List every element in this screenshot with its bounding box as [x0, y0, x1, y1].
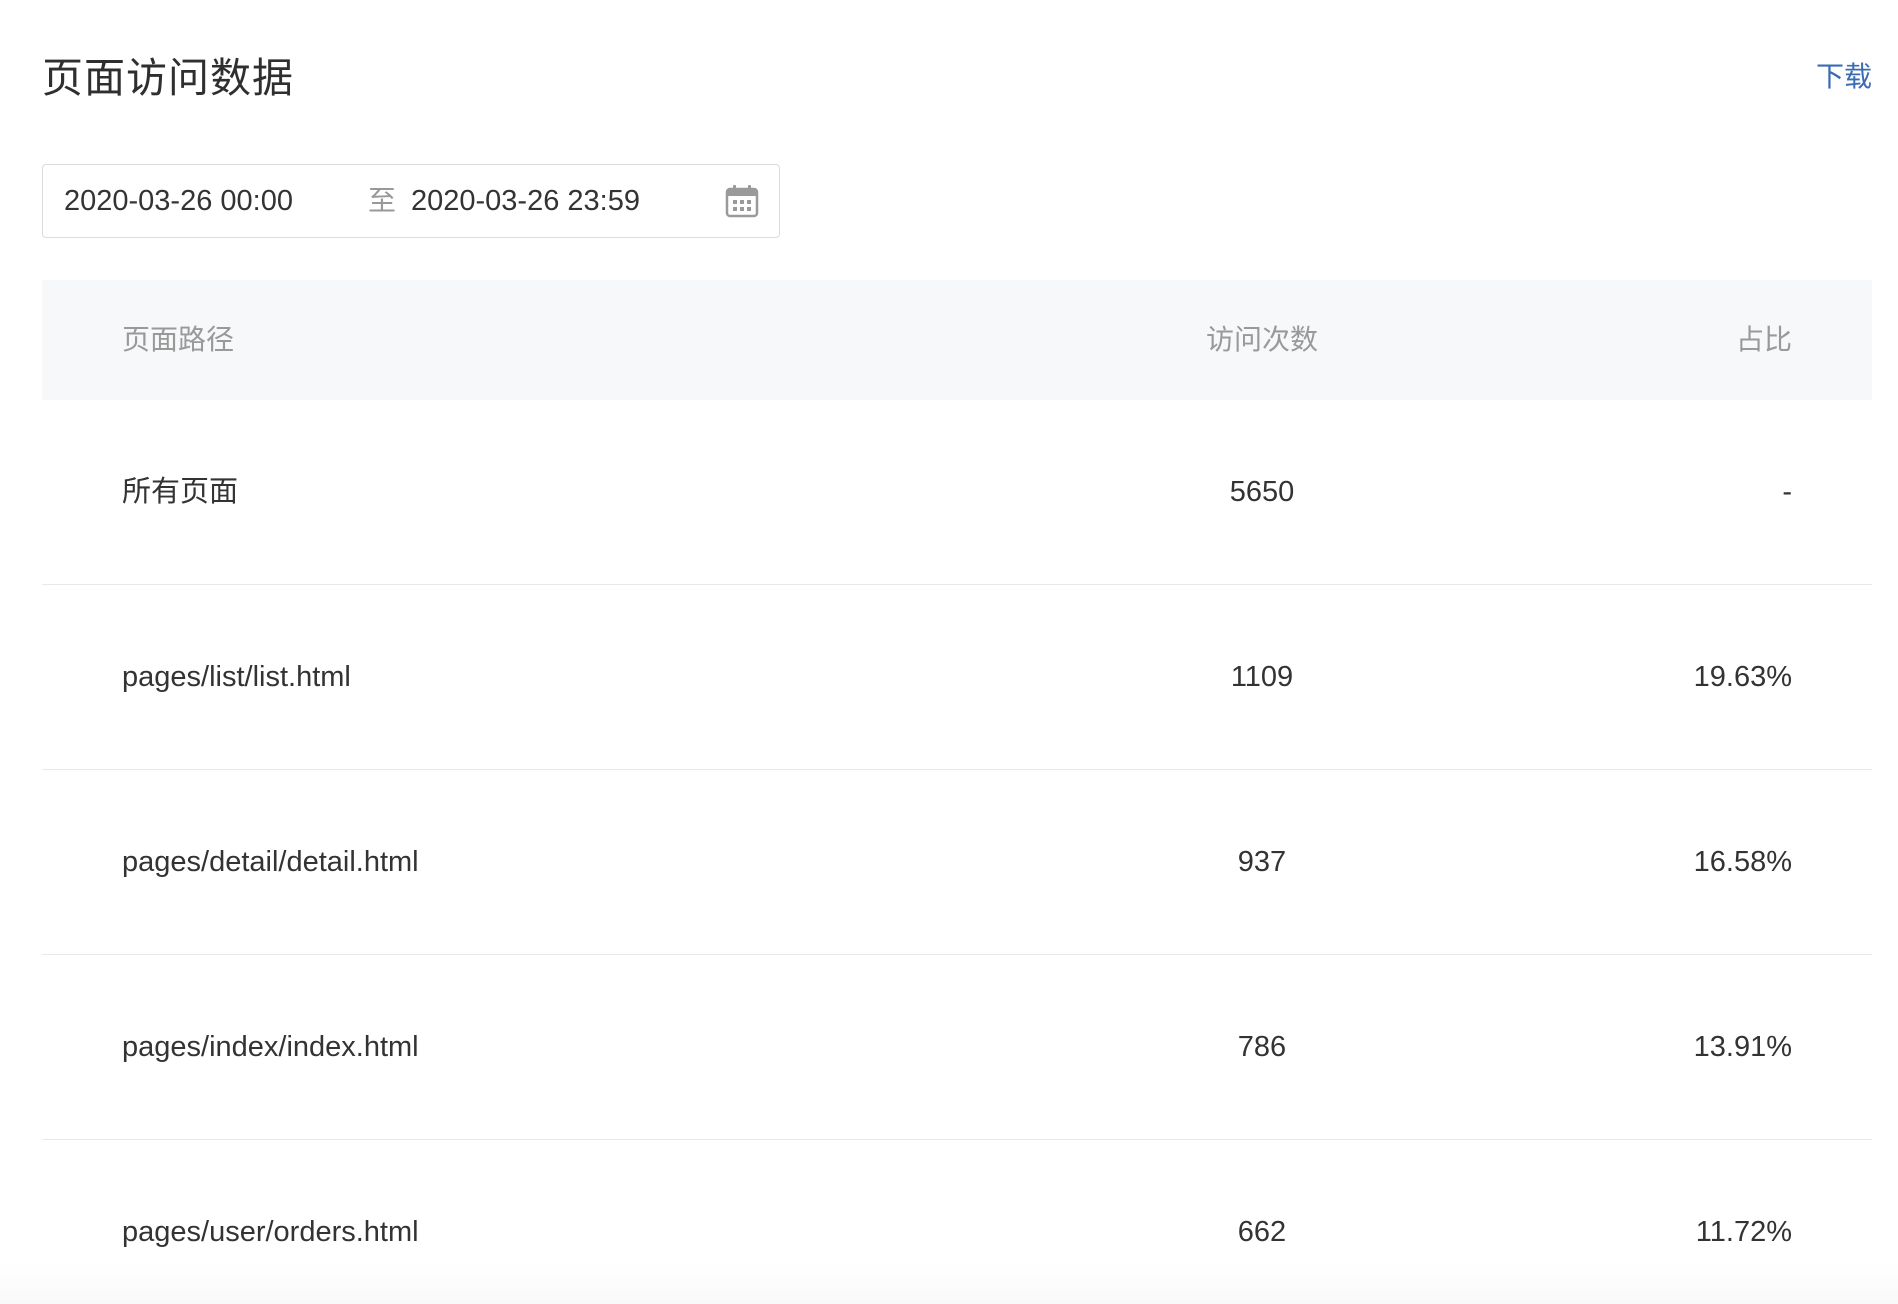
- table-row: pages/detail/detail.html 937 16.58%: [42, 770, 1872, 955]
- row-visits: 1109: [1230, 661, 1294, 693]
- row-ratio: 19.63%: [1693, 661, 1792, 693]
- row-ratio: -: [1782, 476, 1792, 508]
- page-title: 页面访问数据: [42, 55, 294, 101]
- column-header-visits: 访问次数: [1205, 324, 1318, 355]
- row-visits: 937: [1237, 846, 1287, 878]
- page-visits-table: 页面路径 访问次数 占比 所有页面 5650 - pages/list/list…: [42, 280, 1872, 1304]
- table-row: pages/list/list.html 1109 19.63%: [42, 585, 1872, 770]
- column-header-path: 页面路径: [122, 324, 235, 355]
- start-date-input[interactable]: [64, 165, 364, 237]
- table-row: pages/index/index.html 786 13.91%: [42, 955, 1872, 1140]
- row-path: pages/detail/detail.html: [122, 846, 419, 878]
- row-path: pages/user/orders.html: [122, 1216, 419, 1248]
- row-visits: 786: [1237, 1031, 1287, 1063]
- row-path: pages/index/index.html: [122, 1031, 419, 1063]
- row-ratio: 11.72%: [1695, 1216, 1792, 1248]
- row-path: pages/list/list.html: [122, 661, 351, 693]
- table-row: pages/user/orders.html 662 11.72%: [42, 1140, 1872, 1304]
- page-visits-panel: 页面访问数据 下载 至 页面路径 访问次数 占比: [0, 0, 1898, 1304]
- row-path: 所有页面: [122, 476, 239, 508]
- row-visits: 5650: [1229, 476, 1295, 508]
- download-link[interactable]: 下载: [1816, 55, 1872, 95]
- row-visits: 662: [1237, 1216, 1287, 1248]
- calendar-icon-graphic: [725, 185, 759, 218]
- row-ratio: 16.58%: [1693, 846, 1792, 878]
- table-header: 页面路径 访问次数 占比: [42, 280, 1872, 400]
- table-row: 所有页面 5650 -: [42, 400, 1872, 585]
- calendar-icon[interactable]: [725, 184, 759, 218]
- row-ratio: 13.91%: [1693, 1031, 1792, 1063]
- column-header-ratio: 占比: [1735, 324, 1792, 355]
- end-date-input[interactable]: [411, 165, 711, 237]
- date-range-separator: 至: [368, 185, 397, 216]
- date-range-picker[interactable]: 至: [42, 164, 780, 238]
